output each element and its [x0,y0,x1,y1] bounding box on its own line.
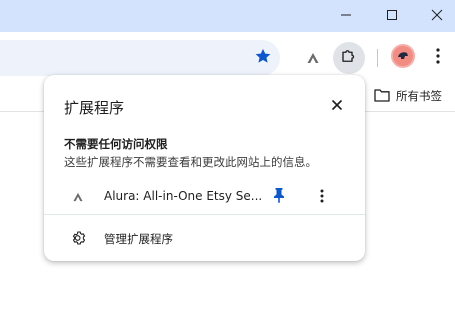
popup-divider [44,214,365,215]
minimize-icon [340,6,352,25]
gear-icon [70,229,88,247]
address-bar[interactable] [0,40,280,76]
browser-menu-button[interactable] [430,47,446,69]
all-bookmarks-label: 所有书签 [396,89,442,103]
alura-extension-button[interactable] [302,47,324,69]
pin-icon [273,187,285,207]
manage-extensions-button[interactable]: 管理扩展程序 [44,223,365,253]
bookmark-star-button[interactable] [252,47,274,69]
profile-avatar [396,47,410,66]
maximize-button[interactable] [369,0,415,30]
extension-more-button[interactable] [314,187,330,207]
popup-title: 扩展程序 [64,99,125,117]
toolbar-divider [377,49,378,67]
folder-icon [374,88,390,105]
extensions-popup: 扩展程序 不需要任何访问权限 这些扩展程序不需要查看和更改此网站上的信息。 Al… [44,75,365,261]
maximize-icon [386,6,398,25]
alura-icon [70,189,86,205]
close-icon [431,6,443,25]
popup-close-button[interactable] [327,95,347,115]
close-window-button[interactable] [414,0,455,30]
alura-icon [306,49,320,68]
star-icon [254,47,272,69]
more-vert-icon [436,48,440,68]
close-icon [331,96,343,115]
section-description: 这些扩展程序不需要查看和更改此网站上的信息。 [64,155,317,169]
profile-button[interactable] [391,44,415,68]
pin-button[interactable] [270,187,288,207]
minimize-button[interactable] [323,0,369,30]
extension-name: Alura: All-in-One Etsy Se... [104,189,263,203]
more-vert-icon [320,188,324,207]
extension-item[interactable]: Alura: All-in-One Etsy Se... [44,179,365,215]
all-bookmarks-button[interactable]: 所有书签 [374,86,442,106]
manage-extensions-label: 管理扩展程序 [104,232,173,246]
extensions-button[interactable] [333,42,365,74]
section-heading: 不需要任何访问权限 [64,137,168,151]
puzzle-icon [340,47,358,69]
